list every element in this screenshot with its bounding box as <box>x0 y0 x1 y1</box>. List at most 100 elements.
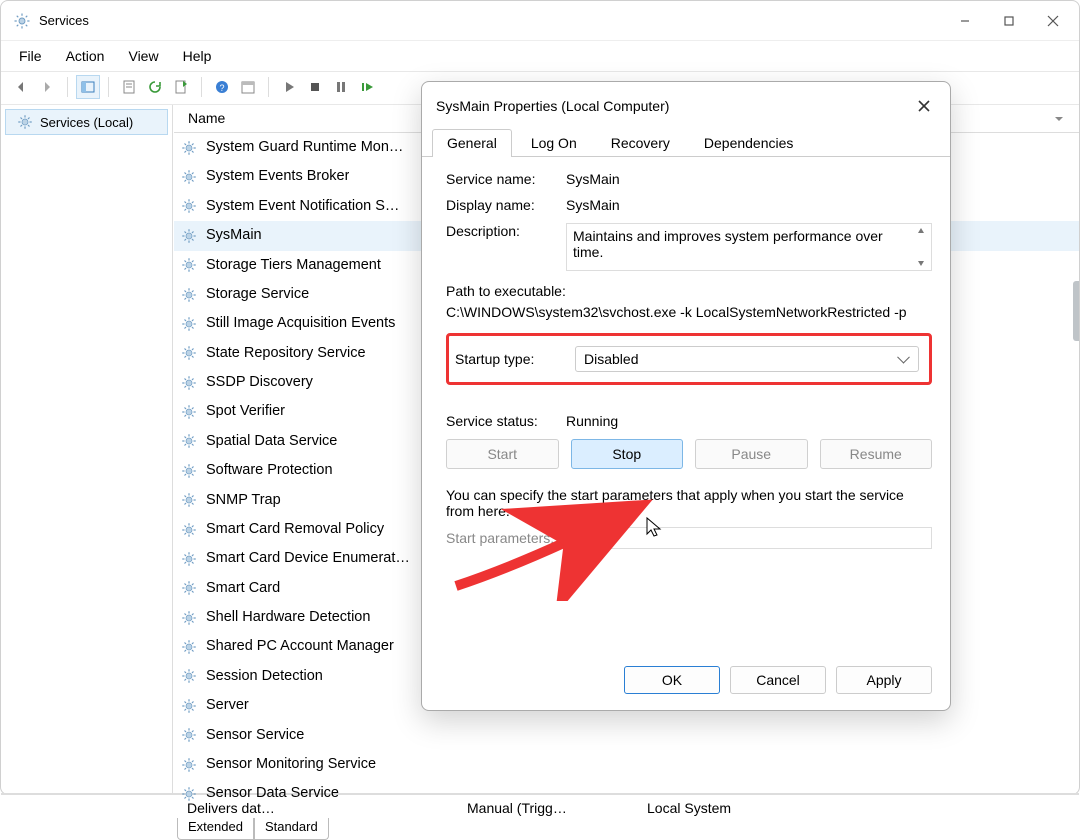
gear-icon <box>180 315 198 333</box>
service-row-label: System Event Notification S… <box>206 194 399 219</box>
menu-file[interactable]: File <box>11 44 58 68</box>
gear-icon <box>180 256 198 274</box>
pause-icon[interactable] <box>329 75 353 99</box>
gear-icon <box>180 286 198 304</box>
service-row[interactable]: Sensor Data Service <box>174 779 1079 808</box>
tab-logon[interactable]: Log On <box>516 129 592 157</box>
export-icon[interactable] <box>169 75 193 99</box>
scrollbar-thumb[interactable] <box>1073 281 1079 341</box>
properties-icon[interactable] <box>117 75 141 99</box>
service-row-label: Shell Hardware Detection <box>206 605 370 630</box>
gear-icon <box>180 374 198 392</box>
start-button: Start <box>446 439 559 469</box>
service-row-label: Sensor Data Service <box>206 781 339 806</box>
value-display-name: SysMain <box>566 197 932 213</box>
service-row-label: SNMP Trap <box>206 488 281 513</box>
gear-icon <box>180 579 198 597</box>
tab-general[interactable]: General <box>432 129 512 157</box>
service-row-label: System Guard Runtime Mon… <box>206 135 403 160</box>
description-scroll-icons[interactable] <box>913 226 929 268</box>
service-row-label: SSDP Discovery <box>206 370 313 395</box>
service-row-label: Sensor Monitoring Service <box>206 752 376 777</box>
tab-standard[interactable]: Standard <box>254 818 329 840</box>
gear-icon <box>180 197 198 215</box>
service-row-label: Spot Verifier <box>206 399 285 424</box>
gear-icon <box>180 491 198 509</box>
gear-icon <box>180 697 198 715</box>
label-service-name: Service name: <box>446 171 566 187</box>
service-row-label: Smart Card Device Enumerat… <box>206 546 410 571</box>
calendar-icon[interactable] <box>236 75 260 99</box>
startup-type-highlight: Startup type: Disabled <box>446 333 932 385</box>
services-app-icon <box>13 12 31 30</box>
service-row-label: Software Protection <box>206 458 333 483</box>
service-row-label: Shared PC Account Manager <box>206 634 394 659</box>
value-service-name: SysMain <box>566 171 932 187</box>
tab-extended[interactable]: Extended <box>177 818 254 840</box>
stop-icon[interactable] <box>303 75 327 99</box>
service-row-label: System Events Broker <box>206 164 349 189</box>
startup-type-dropdown[interactable]: Disabled <box>575 346 919 372</box>
ok-button[interactable]: OK <box>624 666 720 694</box>
gear-icon <box>180 462 198 480</box>
service-row-label: Session Detection <box>206 664 323 689</box>
gear-icon <box>180 638 198 656</box>
start-params-input <box>566 527 932 549</box>
dialog-close-button[interactable] <box>910 92 938 120</box>
label-display-name: Display name: <box>446 197 566 213</box>
svg-text:?: ? <box>219 83 224 93</box>
description-box[interactable]: Maintains and improves system performanc… <box>566 223 932 271</box>
service-row-label: Spatial Data Service <box>206 429 337 454</box>
menubar: File Action View Help <box>1 41 1079 71</box>
gear-icon <box>180 403 198 421</box>
view-tabs: Extended Standard <box>1 818 1079 840</box>
tab-dependencies[interactable]: Dependencies <box>689 129 809 157</box>
apply-button[interactable]: Apply <box>836 666 932 694</box>
service-row[interactable]: Sensor Monitoring Service <box>174 750 1079 779</box>
minimize-button[interactable] <box>943 5 987 37</box>
menu-view[interactable]: View <box>120 44 174 68</box>
service-row-label: Smart Card <box>206 576 280 601</box>
menu-action[interactable]: Action <box>58 44 121 68</box>
restart-icon[interactable] <box>355 75 379 99</box>
cancel-button[interactable]: Cancel <box>730 666 826 694</box>
gear-icon <box>180 168 198 186</box>
help-icon[interactable]: ? <box>210 75 234 99</box>
refresh-icon[interactable] <box>143 75 167 99</box>
dialog-tabs: General Log On Recovery Dependencies <box>422 128 950 157</box>
service-row[interactable]: Sensor Service <box>174 721 1079 750</box>
nav-back-icon[interactable] <box>9 75 33 99</box>
show-hide-tree-icon[interactable] <box>76 75 100 99</box>
window-title: Services <box>39 13 89 28</box>
stop-button[interactable]: Stop <box>571 439 684 469</box>
gear-icon <box>16 113 34 131</box>
nav-forward-icon[interactable] <box>35 75 59 99</box>
menu-help[interactable]: Help <box>175 44 228 68</box>
label-service-status: Service status: <box>446 413 566 429</box>
gear-icon <box>180 521 198 539</box>
gear-icon <box>180 667 198 685</box>
gear-icon <box>180 344 198 362</box>
service-row-label: State Repository Service <box>206 341 366 366</box>
tree-node-label: Services (Local) <box>40 115 133 130</box>
service-row-label: Still Image Acquisition Events <box>206 311 395 336</box>
column-header-label: Name <box>188 110 225 126</box>
tab-recovery[interactable]: Recovery <box>596 129 685 157</box>
properties-dialog: SysMain Properties (Local Computer) Gene… <box>421 81 951 711</box>
pause-button: Pause <box>695 439 808 469</box>
tree-node-services-local[interactable]: Services (Local) <box>5 109 168 135</box>
play-icon[interactable] <box>277 75 301 99</box>
maximize-button[interactable] <box>987 5 1031 37</box>
label-startup-type: Startup type: <box>455 351 575 367</box>
startup-type-value: Disabled <box>584 351 638 367</box>
tree-pane: Services (Local) <box>1 105 173 793</box>
service-row-label: Sensor Service <box>206 723 304 748</box>
service-row-label: Server <box>206 693 249 718</box>
gear-icon <box>180 756 198 774</box>
close-button[interactable] <box>1031 5 1075 37</box>
gear-icon <box>180 785 198 803</box>
service-row-label: Storage Service <box>206 282 309 307</box>
gear-icon <box>180 550 198 568</box>
service-row-label: Storage Tiers Management <box>206 253 381 278</box>
value-service-status: Running <box>566 413 618 429</box>
